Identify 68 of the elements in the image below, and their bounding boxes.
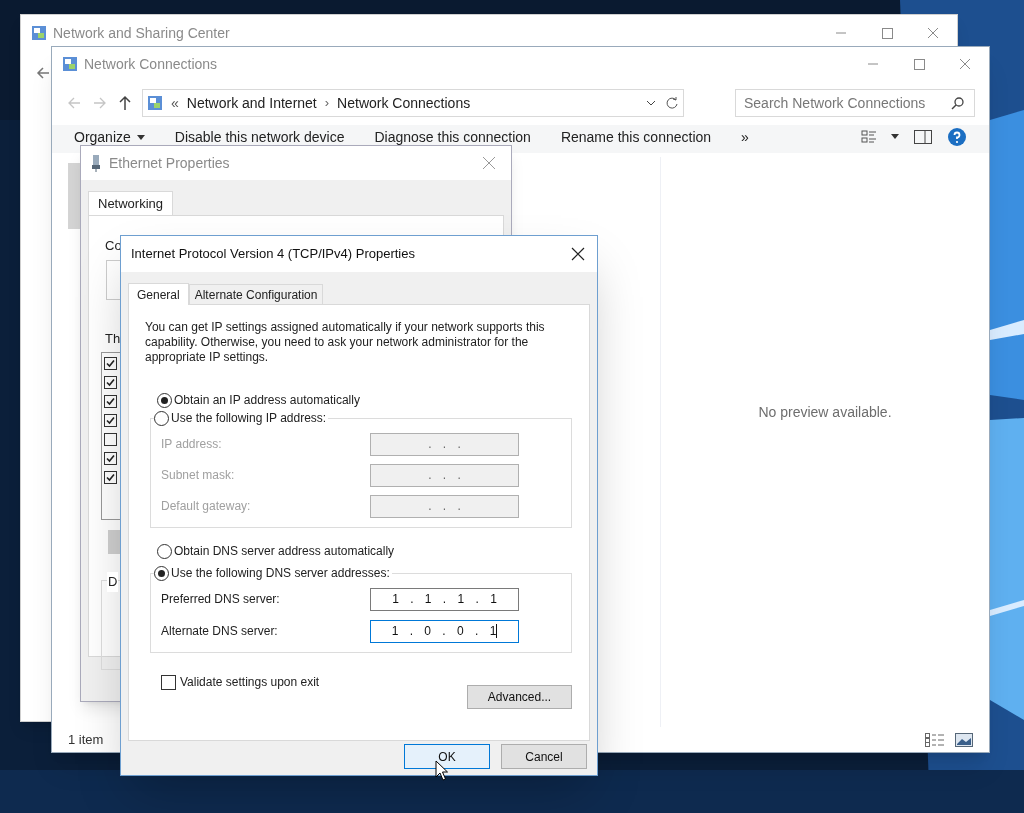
view-options-icon xyxy=(861,129,877,145)
tab[interactable]: General xyxy=(128,283,189,305)
more-button[interactable]: » xyxy=(741,127,749,148)
field-label: Preferred DNS server: xyxy=(161,591,281,608)
checkbox[interactable] xyxy=(104,452,117,465)
radio-button[interactable]: Use the following DNS server addresses: xyxy=(154,564,392,582)
organize-menu[interactable]: Organize xyxy=(74,127,145,148)
up-arrow-icon xyxy=(118,95,132,111)
close-icon xyxy=(927,27,939,39)
field-label: Alternate DNS server: xyxy=(161,623,279,640)
toolbar-button[interactable]: Diagnose this connection xyxy=(374,127,531,148)
checkbox[interactable] xyxy=(104,414,117,427)
breadcrumb-item[interactable]: Network and Internet xyxy=(186,92,317,114)
checkbox[interactable] xyxy=(104,357,117,370)
ip-address-field[interactable]: 1 . 0 . 0 . 1 xyxy=(370,619,519,643)
label-text: Th xyxy=(105,330,121,348)
refresh-icon xyxy=(665,96,679,110)
status-text: 1 item xyxy=(68,730,104,749)
ok-button[interactable]: OK xyxy=(404,744,490,769)
toolbar-button[interactable]: Disable this network device xyxy=(174,127,345,148)
checkbox[interactable]: Validate settings upon exit xyxy=(161,673,320,691)
tab[interactable]: Alternate Configuration xyxy=(188,284,324,304)
ip-address-field[interactable]: 1 . 1 . 1 . 1 xyxy=(370,587,519,611)
address-bar[interactable]: « Network and Internet › Network Connections xyxy=(142,89,684,117)
field-label: Subnet mask: xyxy=(161,467,236,484)
nav-scrollbar xyxy=(68,163,80,229)
text-cursor xyxy=(496,624,498,638)
checkbox[interactable] xyxy=(104,376,117,389)
network-icon xyxy=(62,56,78,72)
maximize-icon xyxy=(913,58,925,70)
breadcrumb-separator: › xyxy=(324,94,330,113)
checkbox[interactable] xyxy=(104,471,117,484)
window-title: Network Connections xyxy=(84,54,218,74)
back-arrow-icon xyxy=(66,95,82,111)
close-icon xyxy=(959,58,971,70)
checkbox[interactable] xyxy=(104,395,117,408)
field-label: IP address: xyxy=(161,436,223,453)
back-arrow-icon xyxy=(35,65,51,81)
mouse-pointer-icon xyxy=(435,760,449,782)
large-icons-view-icon xyxy=(955,732,973,747)
network-icon xyxy=(31,25,47,41)
search-field[interactable]: Search Network Connections xyxy=(735,89,975,117)
preview-message: No preview available. xyxy=(758,402,892,422)
ethernet-plug-icon xyxy=(91,154,101,172)
forward-arrow-icon xyxy=(92,95,108,111)
caret-icon xyxy=(891,134,899,140)
radio-button[interactable]: Obtain DNS server address automatically xyxy=(157,542,397,560)
radio-button[interactable]: Obtain an IP address automatically xyxy=(157,391,362,409)
maximize-icon xyxy=(881,27,893,39)
caret-icon xyxy=(136,134,145,141)
breadcrumb-item[interactable]: Network Connections xyxy=(337,92,471,114)
network-icon xyxy=(147,95,163,111)
close-icon xyxy=(571,247,585,261)
description-text: You can get IP settings assigned automatically if your network supports this capability. Otherwise, you need to ask your network administrator for the appropriate IP settings. xyxy=(145,320,546,365)
breadcrumb-chevron: « xyxy=(171,93,179,113)
tab[interactable]: Networking xyxy=(88,191,174,215)
checkbox[interactable] xyxy=(104,433,117,446)
details-view-icon xyxy=(925,732,945,747)
dialog-title: Internet Protocol Version 4 (TCP/IPv4) Properties xyxy=(131,245,415,264)
toolbar-button[interactable]: Rename this connection xyxy=(560,127,712,148)
field-label: Default gateway: xyxy=(161,498,252,515)
close-icon xyxy=(481,155,497,171)
advanced-button[interactable]: Advanced... xyxy=(467,685,572,709)
cancel-button[interactable]: Cancel xyxy=(501,744,587,769)
preview-pane-icon xyxy=(913,129,933,145)
search-icon xyxy=(951,96,965,110)
dialog-title: Ethernet Properties xyxy=(109,153,230,173)
window-title: Network and Sharing Center xyxy=(53,23,230,43)
